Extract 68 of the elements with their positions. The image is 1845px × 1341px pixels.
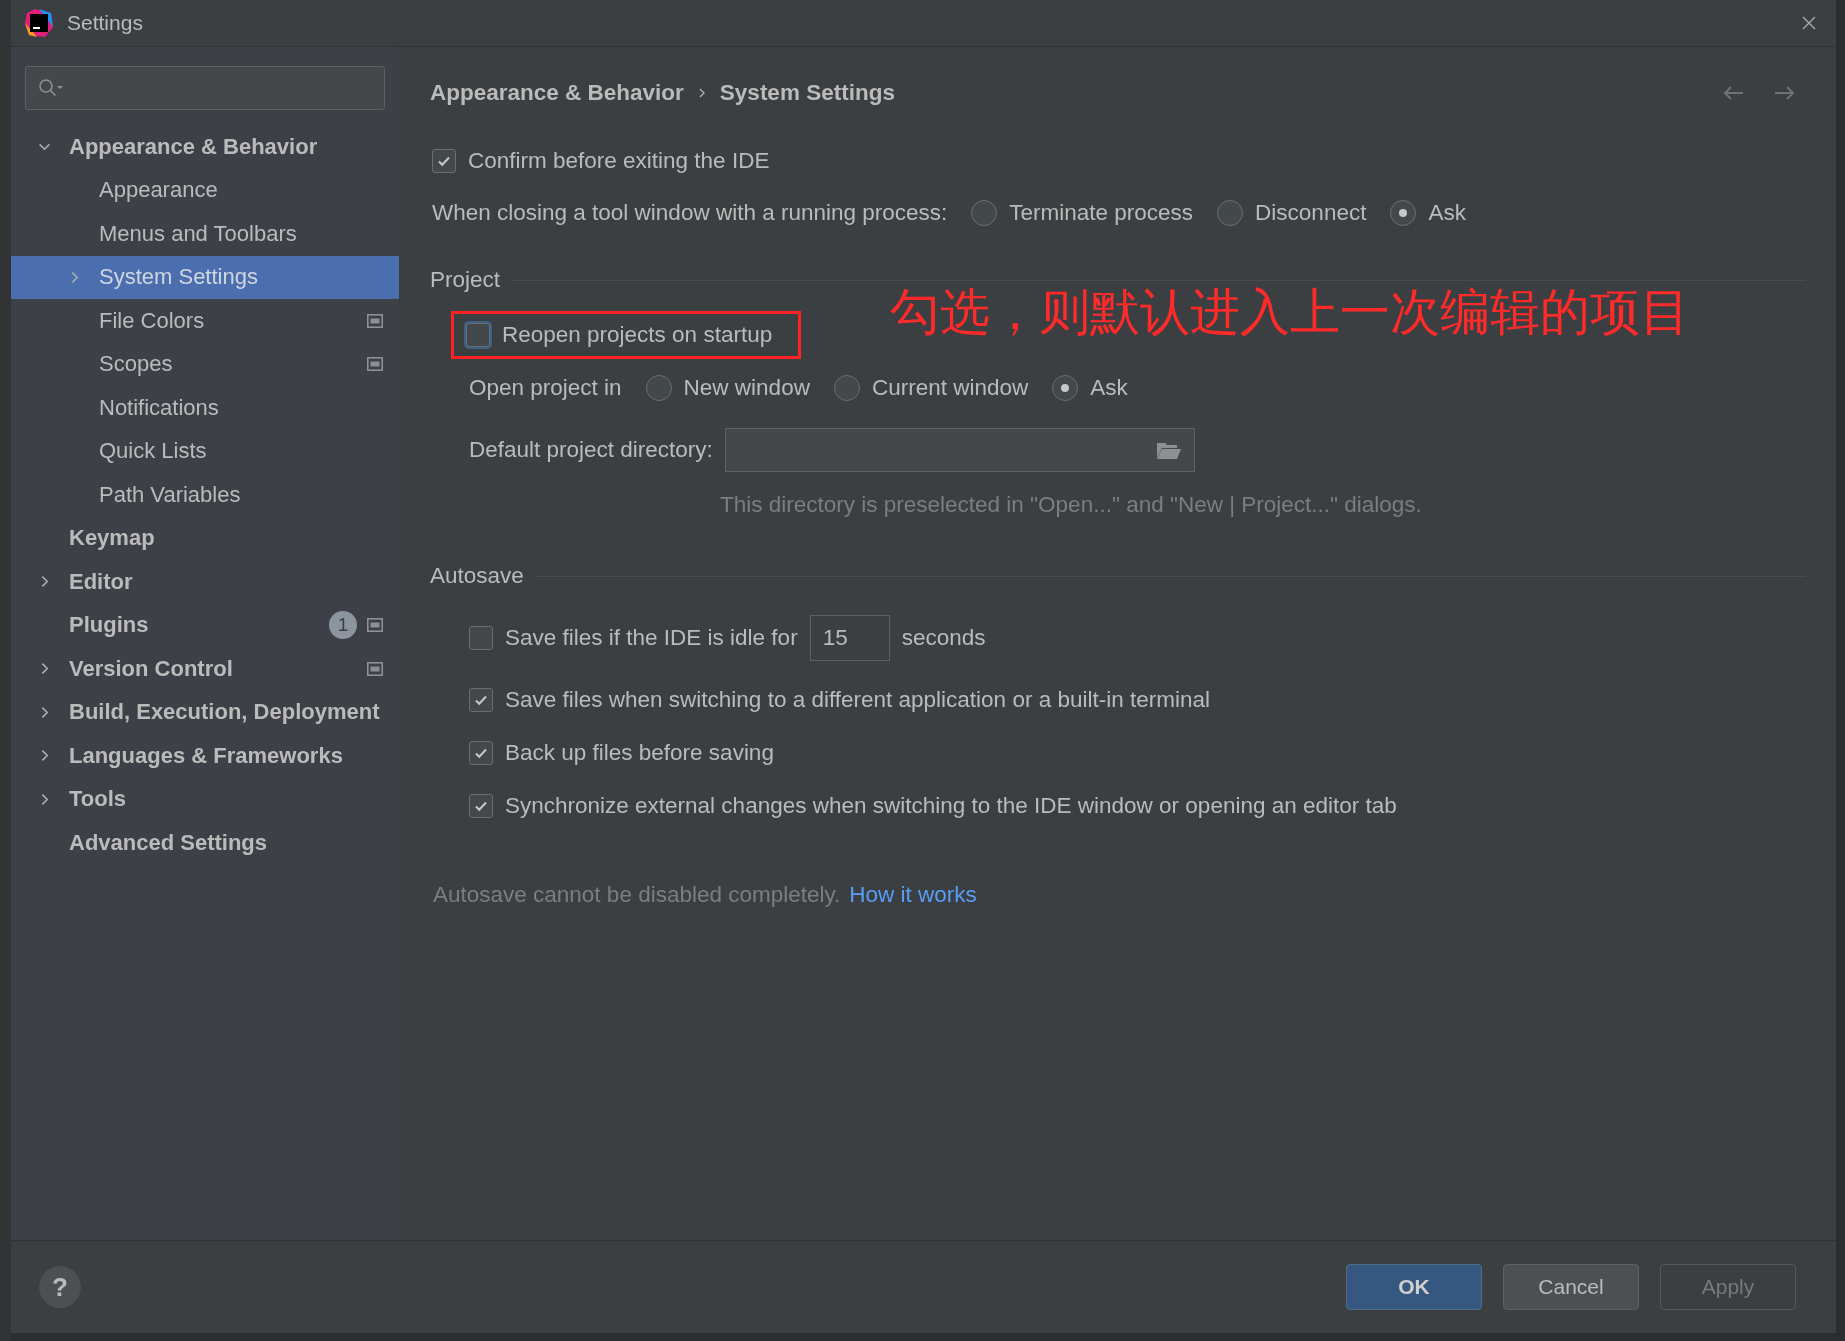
radio-button[interactable] bbox=[971, 200, 998, 226]
count-badge: 1 bbox=[329, 611, 357, 640]
checkbox-label[interactable]: Save files when switching to a different application or a built-in terminal bbox=[505, 686, 1210, 713]
checkbox-label[interactable]: Synchronize external changes when switching to the IDE window or opening an editor tab bbox=[505, 792, 1397, 819]
sidebar-item[interactable]: Menus and Toolbars bbox=[11, 212, 399, 256]
checkbox-label[interactable]: Confirm before exiting the IDE bbox=[468, 148, 770, 174]
radio-label[interactable]: Ask bbox=[1090, 375, 1128, 401]
help-button[interactable]: ? bbox=[39, 1266, 81, 1308]
ok-button[interactable]: OK bbox=[1346, 1264, 1482, 1310]
sidebar-item[interactable]: Editor bbox=[11, 560, 399, 604]
field-label: Default project directory: bbox=[469, 437, 713, 463]
sidebar-item[interactable]: Quick Lists bbox=[11, 429, 399, 473]
radio-button[interactable] bbox=[645, 375, 672, 401]
sidebar-item[interactable]: Tools bbox=[11, 777, 399, 821]
seconds-field[interactable]: 15 bbox=[809, 615, 890, 661]
app-logo-icon bbox=[25, 9, 53, 37]
breadcrumb-item: Appearance & Behavior bbox=[430, 80, 684, 106]
sidebar-item[interactable]: Notifications bbox=[11, 386, 399, 430]
folder-icon[interactable] bbox=[1155, 440, 1182, 460]
cancel-button[interactable]: Cancel bbox=[1503, 1264, 1639, 1310]
checkbox-label[interactable]: Reopen projects on startup bbox=[502, 322, 773, 348]
radio-button[interactable] bbox=[1052, 375, 1079, 401]
checkbox[interactable] bbox=[469, 793, 493, 818]
annotation-text: 勾选，则默认进入上一次编辑的项目 bbox=[890, 282, 1690, 343]
sidebar-item[interactable]: Scopes bbox=[11, 342, 399, 386]
sidebar-item[interactable]: Plugins 1 bbox=[11, 603, 399, 647]
sidebar-item[interactable]: Appearance & Behavior bbox=[11, 125, 399, 169]
checkbox-label[interactable]: Back up files before saving bbox=[505, 739, 774, 766]
chevron-right-icon bbox=[697, 88, 706, 98]
how-it-works-link[interactable]: How it works bbox=[849, 882, 977, 908]
directory-field[interactable] bbox=[724, 428, 1195, 472]
sidebar-item[interactable]: Path Variables bbox=[11, 473, 399, 517]
option-label: Open project in bbox=[469, 375, 622, 401]
breadcrumb-item: System Settings bbox=[719, 80, 895, 106]
close-icon[interactable] bbox=[1802, 16, 1816, 30]
radio-label[interactable]: Current window bbox=[871, 375, 1029, 401]
checkbox-label[interactable]: Save files if the IDE is idle for bbox=[505, 625, 798, 651]
back-arrow-icon[interactable] bbox=[1722, 85, 1744, 101]
radio-button[interactable] bbox=[1217, 200, 1244, 226]
sidebar-item[interactable]: Build, Execution, Deployment bbox=[11, 690, 399, 734]
radio-label[interactable]: Ask bbox=[1428, 200, 1466, 226]
radio-button[interactable] bbox=[1390, 200, 1417, 226]
radio-button[interactable] bbox=[833, 375, 860, 401]
section-heading: Project bbox=[430, 267, 501, 293]
sidebar-item[interactable]: File Colors bbox=[11, 299, 399, 343]
checkbox[interactable] bbox=[466, 323, 490, 347]
radio-label[interactable]: New window bbox=[683, 375, 810, 401]
checkbox[interactable] bbox=[432, 149, 456, 173]
hint-text: This directory is preselected in "Open..." and "New | Project..." dialogs. bbox=[719, 491, 1423, 519]
checkbox[interactable] bbox=[469, 740, 493, 765]
sidebar-item[interactable]: Version Control bbox=[11, 647, 399, 691]
checkbox[interactable] bbox=[469, 626, 493, 650]
search-icon bbox=[38, 78, 64, 98]
sidebar-item[interactable]: System Settings bbox=[11, 255, 399, 299]
forward-arrow-icon[interactable] bbox=[1774, 85, 1796, 101]
sidebar-item[interactable]: Advanced Settings bbox=[11, 821, 399, 865]
section-heading: Autosave bbox=[430, 563, 524, 589]
sidebar-item[interactable]: Appearance bbox=[11, 168, 399, 212]
note-text: Autosave cannot be disabled completely. bbox=[433, 882, 841, 908]
search-field[interactable] bbox=[25, 66, 385, 110]
sidebar-item[interactable]: Keymap bbox=[11, 516, 399, 560]
option-label: When closing a tool window with a running process: bbox=[432, 200, 948, 226]
radio-label[interactable]: Terminate process bbox=[1009, 200, 1194, 226]
window-title: Settings bbox=[67, 11, 143, 35]
radio-label[interactable]: Disconnect bbox=[1255, 200, 1367, 226]
sidebar-item[interactable]: Languages & Frameworks bbox=[11, 734, 399, 778]
unit-label: seconds bbox=[901, 625, 986, 651]
checkbox[interactable] bbox=[469, 687, 493, 712]
